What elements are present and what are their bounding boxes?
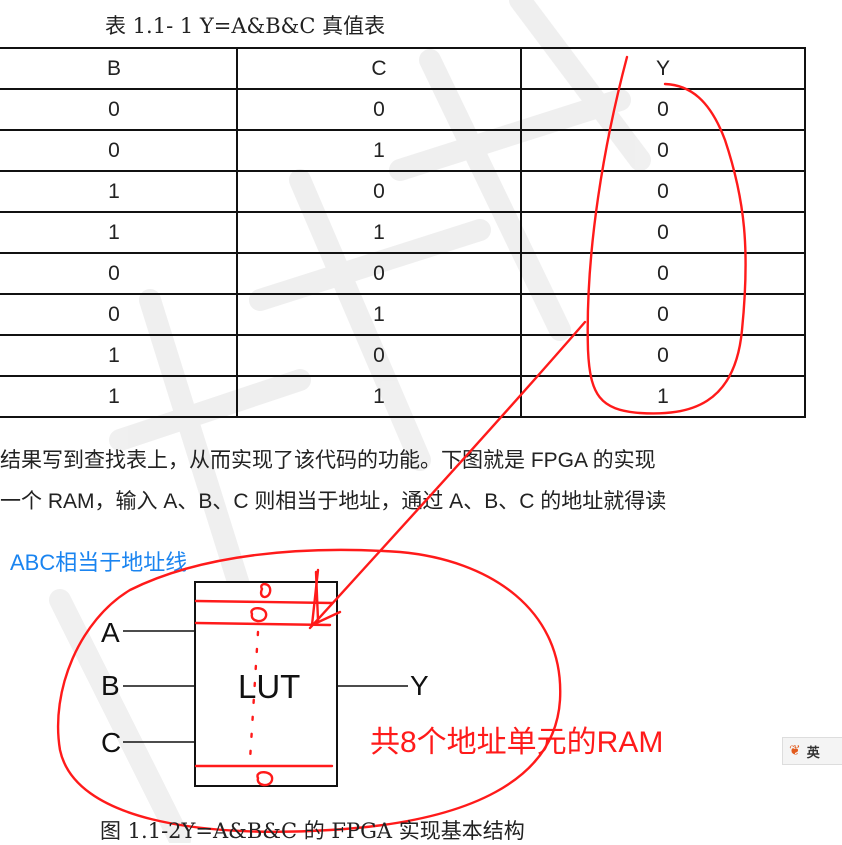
cell-c: 0 (236, 252, 522, 295)
table-header-row: B C Y (0, 47, 806, 90)
input-c-label: C (101, 727, 122, 758)
table-row: 1 0 0 (0, 334, 806, 377)
table-row: 0 0 0 (0, 88, 806, 131)
header-c: C (236, 47, 522, 90)
cell-y: 0 (520, 293, 806, 336)
cell-c: 1 (236, 129, 522, 172)
table-row: 1 1 0 (0, 211, 806, 254)
ime-indicator[interactable]: ❦ 英 (782, 737, 842, 765)
cell-c: 0 (236, 334, 522, 377)
lut-label: LUT (238, 668, 301, 705)
input-b-label: B (101, 670, 120, 701)
cell-y: 0 (520, 211, 806, 254)
cell-y: 0 (520, 129, 806, 172)
paragraph-line-2: 一个 RAM，输入 A、B、C 则相当于地址，通过 A、B、C 的地址就得读 (0, 490, 667, 513)
table-row: 1 0 0 (0, 170, 806, 213)
cell-b: 1 (0, 170, 238, 213)
header-b: B (0, 47, 238, 90)
cell-c: 0 (236, 88, 522, 131)
cell-c: 0 (236, 170, 522, 213)
truth-table: B C Y 0 0 0 0 1 0 1 0 0 1 1 0 0 0 0 0 1 … (0, 47, 806, 418)
table-caption: 表 1.1- 1 Y=A&B&C 真值表 (105, 14, 386, 38)
input-a-label: A (101, 617, 120, 648)
cell-y: 0 (520, 170, 806, 213)
cell-c: 1 (236, 293, 522, 336)
cell-y: 0 (520, 88, 806, 131)
table-row: 1 1 1 (0, 375, 806, 418)
cell-b: 1 (0, 211, 238, 254)
ime-language-label: 英 (806, 745, 820, 761)
header-y: Y (520, 47, 806, 90)
table-row: 0 1 0 (0, 293, 806, 336)
paw-icon: ❦ (789, 743, 801, 759)
table-row: 0 0 0 (0, 252, 806, 295)
cell-b: 0 (0, 252, 238, 295)
ram-size-note: 共8个地址单元的RAM (370, 726, 664, 759)
cell-c: 1 (236, 211, 522, 254)
cell-b: 0 (0, 129, 238, 172)
cell-b: 0 (0, 293, 238, 336)
output-y-label: Y (410, 670, 429, 701)
cell-c: 1 (236, 375, 522, 418)
cell-y: 1 (520, 375, 806, 418)
cell-y: 0 (520, 334, 806, 377)
cell-b: 1 (0, 375, 238, 418)
address-line-note: ABC相当于地址线 (10, 550, 188, 575)
paragraph-line-1: 结果写到查找表上，从而实现了该代码的功能。下图就是 FPGA 的实现 (0, 449, 656, 472)
table-row: 0 1 0 (0, 129, 806, 172)
figure-caption: 图 1.1-2Y=A&B&C 的 FPGA 实现基本结构 (100, 819, 525, 843)
cell-y: 0 (520, 252, 806, 295)
cell-b: 0 (0, 88, 238, 131)
cell-b: 1 (0, 334, 238, 377)
